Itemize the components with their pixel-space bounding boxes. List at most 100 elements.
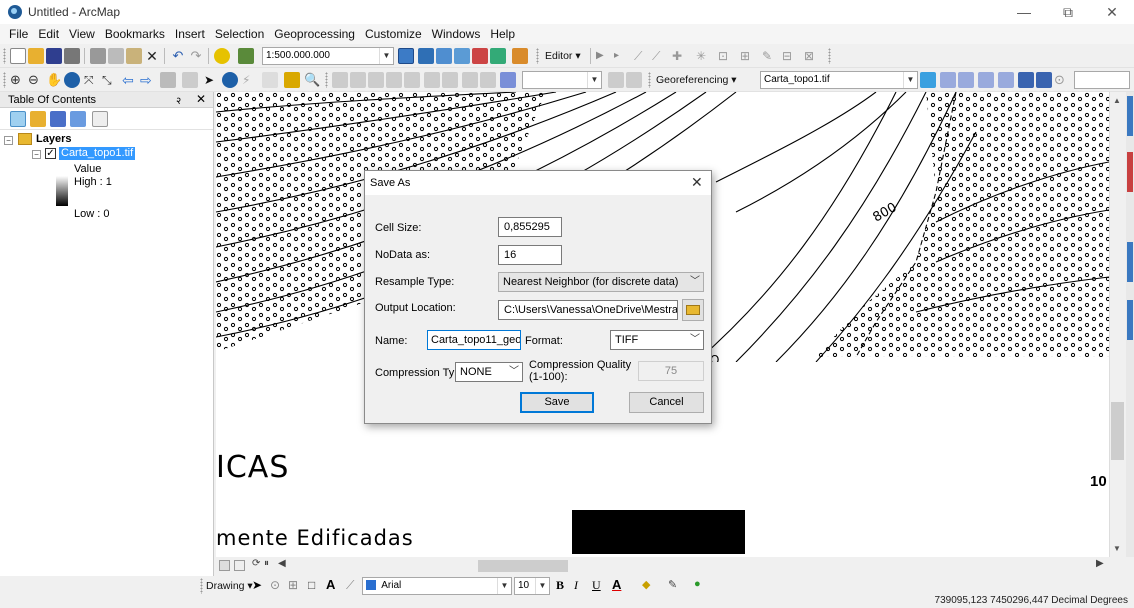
open-folder-icon[interactable] bbox=[28, 48, 44, 64]
edit-vertices-icon[interactable]: ⊠ bbox=[804, 48, 820, 64]
cell-size-input[interactable]: 0,855295 bbox=[498, 217, 562, 237]
copy-icon[interactable] bbox=[108, 48, 124, 64]
model-builder-icon[interactable] bbox=[512, 48, 528, 64]
rotate-icon[interactable] bbox=[940, 72, 956, 88]
arctoolbox-tab[interactable] bbox=[1127, 152, 1133, 192]
toolbar-grip[interactable] bbox=[648, 72, 651, 88]
output-location-input[interactable]: C:\Users\Vanessa\OneDrive\Mestrado\F bbox=[498, 300, 678, 320]
layer-visibility-checkbox[interactable]: ✓ bbox=[45, 148, 56, 159]
map-scale-icon[interactable] bbox=[238, 48, 254, 64]
toc-close-button[interactable]: ✕ bbox=[196, 92, 206, 106]
catalog-icon[interactable] bbox=[436, 48, 452, 64]
toolbar-grip[interactable] bbox=[325, 72, 328, 88]
list-by-drawing-order-icon[interactable] bbox=[10, 111, 26, 127]
new-text-icon[interactable]: A bbox=[326, 577, 335, 592]
magnifier-icon[interactable]: ⊙ bbox=[1054, 72, 1070, 88]
point-icon[interactable]: ✚ bbox=[672, 48, 688, 64]
measure-icon[interactable] bbox=[284, 72, 300, 88]
zoom-out-icon[interactable]: ⊖ bbox=[28, 72, 44, 88]
identify-icon[interactable] bbox=[222, 72, 238, 88]
editor-menu[interactable]: Editor ▾ bbox=[545, 47, 581, 65]
clear-selection-icon[interactable] bbox=[182, 72, 198, 88]
straight-segment-icon[interactable]: ⟋ bbox=[634, 48, 650, 64]
fill-color-icon[interactable]: ◆ bbox=[642, 578, 650, 591]
dialog-title-bar[interactable]: Save As ✕ bbox=[365, 171, 711, 195]
pan-icon[interactable]: ✋ bbox=[46, 72, 62, 88]
auto-registration-icon[interactable] bbox=[998, 72, 1014, 88]
edit-vertices-icon[interactable]: ⟋ bbox=[346, 578, 354, 593]
menu-file[interactable]: File bbox=[4, 24, 33, 44]
list-by-visibility-icon[interactable] bbox=[50, 111, 66, 127]
paste-icon[interactable] bbox=[126, 48, 142, 64]
select-elements-icon[interactable]: ➤ bbox=[204, 72, 220, 88]
create-features-tab[interactable] bbox=[1127, 300, 1133, 340]
list-by-source-icon[interactable] bbox=[30, 111, 46, 127]
name-input[interactable]: Carta_topo11_geo.ti bbox=[427, 330, 521, 350]
fixed-zoom-in-icon[interactable]: ⤧ bbox=[84, 72, 100, 88]
redo-icon[interactable]: ↷ bbox=[188, 48, 204, 64]
drawing-menu[interactable]: Drawing ▾ bbox=[206, 577, 253, 595]
menu-selection[interactable]: Selection bbox=[210, 24, 269, 44]
compression-type-select[interactable]: NONE ﹀ bbox=[455, 362, 523, 382]
display-background-icon[interactable] bbox=[500, 72, 516, 88]
toolbar-grip[interactable] bbox=[536, 48, 539, 64]
line-color-icon[interactable]: ✎ bbox=[668, 578, 677, 591]
attributes-icon[interactable]: ⊞ bbox=[740, 48, 756, 64]
layers-group-label[interactable]: Layers bbox=[36, 133, 71, 145]
toc-options-icon[interactable] bbox=[92, 111, 108, 127]
python-window-icon[interactable] bbox=[490, 48, 506, 64]
compression-quality-input[interactable]: 75 bbox=[638, 361, 704, 381]
menu-edit[interactable]: Edit bbox=[33, 24, 64, 44]
select-elements-icon[interactable]: ➤ bbox=[252, 578, 262, 592]
georef-extra-field[interactable] bbox=[1074, 71, 1130, 89]
menu-bookmarks[interactable]: Bookmarks bbox=[100, 24, 170, 44]
horizontal-scroll-thumb[interactable] bbox=[478, 560, 568, 572]
georef-rotate-icon[interactable] bbox=[332, 72, 348, 88]
pin-icon[interactable]: २ bbox=[176, 93, 181, 107]
layer-transparency-icon[interactable] bbox=[424, 72, 440, 88]
fixed-zoom-out-icon[interactable]: ⤡ bbox=[102, 72, 118, 88]
list-by-selection-icon[interactable] bbox=[70, 111, 86, 127]
collapse-layer-icon[interactable]: − bbox=[32, 150, 41, 159]
sketch-properties-icon[interactable]: ✎ bbox=[762, 48, 778, 64]
georeferencing-menu[interactable]: Georeferencing ▾ bbox=[656, 71, 737, 89]
dialog-close-button[interactable]: ✕ bbox=[691, 174, 703, 191]
underline-button[interactable]: U bbox=[592, 578, 601, 593]
toolbar-grip[interactable] bbox=[200, 578, 203, 594]
refresh-icon[interactable]: ⟳ bbox=[252, 558, 260, 569]
cancel-button[interactable]: Cancel bbox=[629, 392, 704, 413]
browse-folder-button[interactable] bbox=[682, 299, 704, 321]
rotate-icon[interactable]: ⊡ bbox=[718, 48, 734, 64]
swipe-layer-icon[interactable] bbox=[386, 72, 402, 88]
menu-view[interactable]: View bbox=[64, 24, 100, 44]
layout-view-icon[interactable] bbox=[234, 560, 245, 571]
edit-annotation-icon[interactable]: ▸ bbox=[614, 48, 630, 64]
map-scale-combo[interactable]: 1:500.000.000 ▼ bbox=[262, 47, 394, 65]
toolbar-grip[interactable] bbox=[828, 48, 831, 64]
trace-icon[interactable]: ⟋ bbox=[652, 48, 668, 64]
marker-color-icon[interactable]: ● bbox=[694, 578, 701, 590]
georef-scale-icon[interactable] bbox=[368, 72, 384, 88]
add-data-icon[interactable] bbox=[214, 48, 230, 64]
menu-insert[interactable]: Insert bbox=[170, 24, 210, 44]
map-horizontal-scrollbar[interactable]: ⟳ ⏸ ◀ ▶ bbox=[216, 557, 1109, 575]
catalog-tab[interactable] bbox=[1127, 96, 1133, 136]
html-popup-icon[interactable] bbox=[262, 72, 278, 88]
toolbar-grip[interactable] bbox=[3, 72, 6, 88]
font-size-combo[interactable]: 10 ▼ bbox=[514, 577, 550, 595]
search-tab[interactable] bbox=[1127, 242, 1133, 282]
add-control-points-icon[interactable] bbox=[920, 72, 936, 88]
arctoolbox-icon[interactable] bbox=[472, 48, 488, 64]
rotate-element-icon[interactable]: ⊙ bbox=[270, 578, 280, 592]
create-features-icon[interactable]: ⊟ bbox=[782, 48, 798, 64]
scroll-up-icon[interactable]: ▲ bbox=[1113, 96, 1121, 105]
resample-type-select[interactable]: Nearest Neighbor (for discrete data) ﹀ bbox=[498, 272, 704, 292]
viewer-icon[interactable] bbox=[1036, 72, 1052, 88]
find-icon[interactable]: 🔍 bbox=[304, 72, 320, 88]
georef-shift-icon[interactable] bbox=[350, 72, 366, 88]
nodata-input[interactable]: 16 bbox=[498, 245, 562, 265]
effects-tool-icon[interactable] bbox=[608, 72, 624, 88]
menu-help[interactable]: Help bbox=[485, 24, 520, 44]
menu-geoprocessing[interactable]: Geoprocessing bbox=[269, 24, 360, 44]
image-analysis-icon[interactable] bbox=[442, 72, 458, 88]
